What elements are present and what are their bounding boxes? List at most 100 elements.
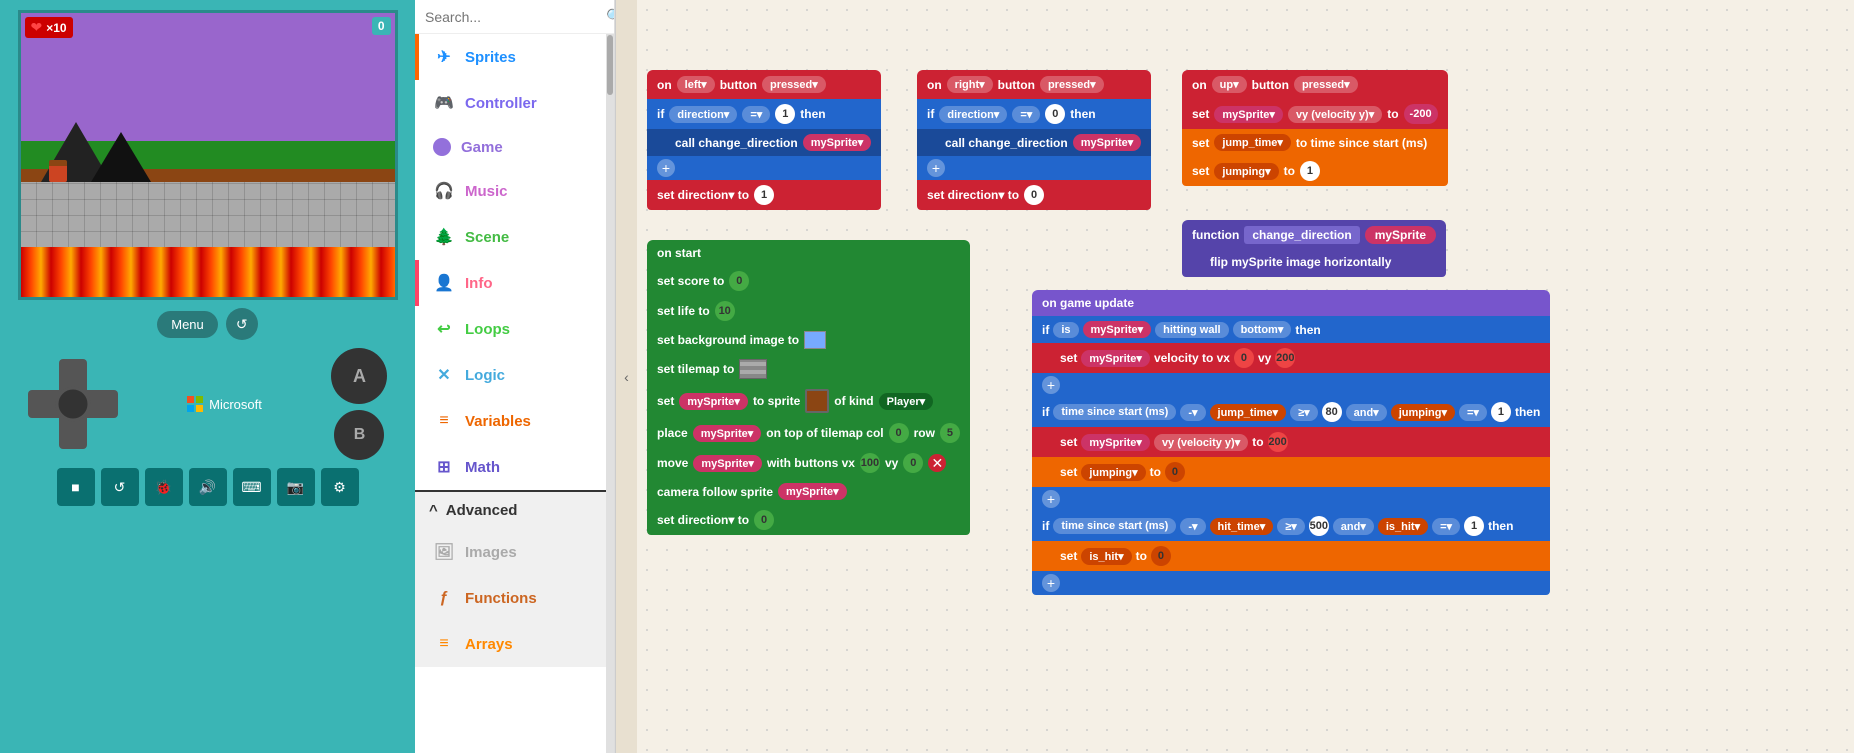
minus-btn[interactable]: ✕: [928, 454, 946, 472]
sidebar-item-game[interactable]: Game: [415, 126, 606, 168]
is-pill[interactable]: is: [1053, 322, 1078, 338]
right-btn-pill[interactable]: right▾: [947, 76, 993, 93]
collapse-panel-button[interactable]: ‹: [615, 0, 637, 753]
mysprite-pill-jump[interactable]: mySprite▾: [1081, 434, 1150, 451]
sidebar-item-sprites[interactable]: ✈ Sprites: [415, 34, 606, 80]
call-block-left[interactable]: call change_direction mySprite▾: [647, 129, 881, 156]
left-btn-pill[interactable]: left▾: [677, 76, 715, 93]
set-sprite-block[interactable]: set mySprite▾ to sprite of kind Player▾: [647, 384, 970, 418]
time-start-pill[interactable]: time since start (ms): [1053, 404, 1176, 420]
plus-btn-hit[interactable]: +: [1042, 574, 1060, 592]
on-right-hat[interactable]: on right▾ button pressed▾: [917, 70, 1151, 99]
set-is-hit-block[interactable]: set is_hit▾ to 0: [1032, 541, 1550, 571]
hitting-pill[interactable]: hitting wall: [1155, 322, 1228, 338]
is-hit-pill-zero[interactable]: is_hit▾: [1081, 548, 1131, 565]
sidebar-item-scene[interactable]: 🌲 Scene: [415, 214, 606, 260]
tilemap-thumbnail[interactable]: [739, 359, 767, 379]
flip-block[interactable]: flip mySprite image horizontally: [1182, 250, 1446, 277]
mysprite-pill-gw[interactable]: mySprite▾: [1083, 321, 1152, 338]
set-jump-time-block[interactable]: set jump_time▾ to time since start (ms): [1182, 129, 1448, 156]
sprite-thumbnail[interactable]: [805, 389, 829, 413]
up-btn-pill[interactable]: up▾: [1212, 76, 1247, 93]
on-game-update-hat[interactable]: on game update: [1032, 290, 1550, 316]
mysprite-pill-vel[interactable]: mySprite▾: [1081, 350, 1150, 367]
workspace-panel[interactable]: on left▾ button pressed▾ if direction▾ =…: [637, 0, 1854, 753]
if-block-left[interactable]: if direction▾ =▾ 1 then: [647, 99, 881, 129]
place-sprite-block[interactable]: place mySprite▾ on top of tilemap col 0 …: [647, 418, 970, 448]
sidebar-item-loops[interactable]: ↩ Loops: [415, 306, 606, 352]
player-pill[interactable]: Player▾: [879, 393, 934, 410]
mysprite-pill-u[interactable]: mySprite▾: [1214, 106, 1283, 123]
if-hit-time-block[interactable]: if time since start (ms) -▾ hit_time▾ ≥▾…: [1032, 511, 1550, 541]
plus-button-right[interactable]: +: [927, 159, 945, 177]
sidebar-item-logic[interactable]: ✕ Logic: [415, 352, 606, 398]
gte-pill[interactable]: ≥▾: [1290, 404, 1318, 421]
screenshot-button[interactable]: 📷: [277, 468, 315, 506]
on-up-hat[interactable]: on up▾ button pressed▾: [1182, 70, 1448, 99]
set-direction-left[interactable]: set direction▾ to 1: [647, 180, 881, 210]
set-dir-start-block[interactable]: set direction▾ to 0: [647, 505, 970, 535]
direction-pill-r[interactable]: direction▾: [939, 106, 1007, 123]
eq-pill-r[interactable]: =▾: [1012, 106, 1040, 123]
mysprite-pill-start[interactable]: mySprite▾: [679, 393, 748, 410]
vy-vel-pill[interactable]: vy (velocity y)▾: [1154, 434, 1248, 451]
direction-pill[interactable]: direction▾: [669, 106, 737, 123]
jumping-pill-zero[interactable]: jumping▾: [1081, 464, 1145, 481]
set-velocity-block[interactable]: set mySprite▾ velocity to vx 0 vy 200: [1032, 343, 1550, 373]
sidebar-item-music[interactable]: 🎧 Music: [415, 168, 606, 214]
dpad[interactable]: [28, 359, 118, 449]
set-jumping-block[interactable]: set jumping▾ to 1: [1182, 156, 1448, 186]
menu-button[interactable]: Menu: [157, 311, 218, 338]
mysprite-pill-move[interactable]: mySprite▾: [693, 455, 762, 472]
scroll-thumb[interactable]: [607, 35, 613, 95]
refresh-button[interactable]: ↺: [226, 308, 258, 340]
mysprite-pill-camera[interactable]: mySprite▾: [778, 483, 847, 500]
eq-pill-tj[interactable]: =▾: [1459, 404, 1487, 421]
bg-image-thumbnail[interactable]: [804, 331, 826, 349]
if-hitting-wall-block[interactable]: if is mySprite▾ hitting wall bottom▾ the…: [1032, 316, 1550, 343]
gte-pill-ht[interactable]: ≥▾: [1277, 518, 1305, 535]
eq-pill[interactable]: =▾: [742, 106, 770, 123]
sidebar-item-info[interactable]: 👤 Info: [415, 260, 606, 306]
jump-time-pill[interactable]: jump_time▾: [1214, 134, 1291, 151]
sidebar-item-images[interactable]: 🖼 Images: [415, 529, 606, 575]
set-jumping-zero-block[interactable]: set jumping▾ to 0: [1032, 457, 1550, 487]
eq-pill-ht[interactable]: =▾: [1432, 518, 1460, 535]
hit-time-pill[interactable]: hit_time▾: [1210, 518, 1274, 535]
set-life-block[interactable]: set life to 10: [647, 296, 970, 326]
sidebar-item-arrays[interactable]: ≡ Arrays: [415, 621, 606, 667]
refresh2-button[interactable]: ↺: [101, 468, 139, 506]
search-input[interactable]: [425, 9, 606, 25]
set-vy-jump-block[interactable]: set mySprite▾ vy (velocity y)▾ to 200: [1032, 427, 1550, 457]
sidebar-item-variables[interactable]: ≡ Variables: [415, 398, 606, 444]
debug-button[interactable]: 🐞: [145, 468, 183, 506]
minus-pill-ht[interactable]: -▾: [1180, 518, 1205, 535]
if-block-right[interactable]: if direction▾ =▾ 0 then: [917, 99, 1151, 129]
vy-pill[interactable]: vy (velocity y)▾: [1288, 106, 1382, 123]
sound-button[interactable]: 🔊: [189, 468, 227, 506]
on-left-hat[interactable]: on left▾ button pressed▾: [647, 70, 881, 99]
and-pill-ht[interactable]: and▾: [1333, 518, 1374, 535]
plus-button-left[interactable]: +: [657, 159, 675, 177]
plus-btn-gw[interactable]: +: [1042, 376, 1060, 394]
move-block[interactable]: move mySprite▾ with buttons vx 100 vy 0 …: [647, 448, 970, 478]
camera-block[interactable]: camera follow sprite mySprite▾: [647, 478, 970, 505]
a-button[interactable]: A: [331, 348, 387, 404]
on-start-hat[interactable]: on start: [647, 240, 970, 266]
pressed-pill-u[interactable]: pressed▾: [1294, 76, 1358, 93]
mysprite-pill-place[interactable]: mySprite▾: [693, 425, 762, 442]
set-bg-block[interactable]: set background image to: [647, 326, 970, 354]
sidebar-item-math[interactable]: ⊞ Math: [415, 444, 606, 490]
jumping-pill-gw[interactable]: jumping▾: [1391, 404, 1455, 421]
minus-pill[interactable]: -▾: [1180, 404, 1205, 421]
set-score-block[interactable]: set score to 0: [647, 266, 970, 296]
set-direction-right[interactable]: set direction▾ to 0: [917, 180, 1151, 210]
pressed-pill-r[interactable]: pressed▾: [1040, 76, 1104, 93]
mysprite-pill-left[interactable]: mySprite▾: [803, 134, 872, 151]
function-hat[interactable]: function change_direction mySprite: [1182, 220, 1446, 250]
pressed-pill[interactable]: pressed▾: [762, 76, 826, 93]
b-button[interactable]: B: [334, 410, 384, 460]
set-vy-block[interactable]: set mySprite▾ vy (velocity y)▾ to -200: [1182, 99, 1448, 129]
plus-btn-jump[interactable]: +: [1042, 490, 1060, 508]
call-block-right[interactable]: call change_direction mySprite▾: [917, 129, 1151, 156]
